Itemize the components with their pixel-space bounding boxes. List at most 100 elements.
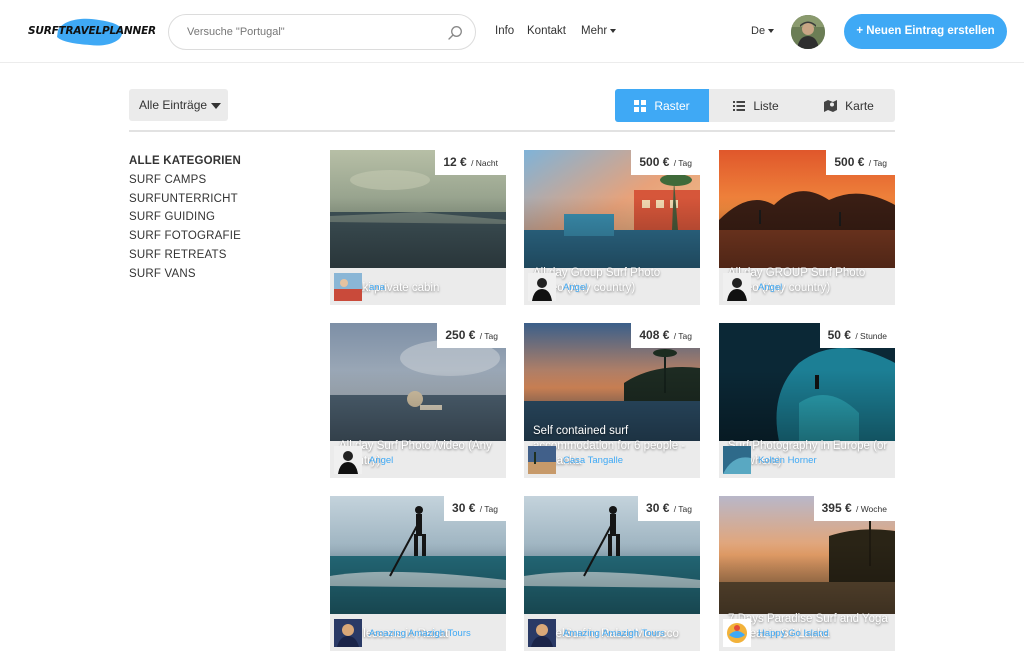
price-unit: / Woche [855, 504, 887, 514]
listing-card[interactable]: 50 € / Stunde Surf Photography in Europe… [719, 323, 895, 478]
price-value: 50 € [827, 328, 851, 342]
listing-author[interactable]: Casa Tangalle [528, 446, 623, 474]
price-unit: / Nacht [471, 158, 498, 168]
author-name: Angel [369, 454, 394, 466]
price-tag: 50 € / Stunde [819, 323, 895, 348]
category-list: ALLE KATEGORIEN SURF CAMPS SURFUNTERRICH… [129, 152, 241, 284]
author-name: Angel [563, 281, 588, 293]
logo-text: SURFTRAVELPLANNER [28, 25, 156, 37]
listing-card[interactable]: 500 € / Tag All day Group Surf Photo /vi… [524, 150, 700, 305]
toolbar-divider [129, 130, 895, 132]
language-label: De [751, 25, 766, 37]
category-surf-retreats[interactable]: SURF RETREATS [129, 246, 241, 265]
entries-filter-dropdown[interactable]: Alle Einträge [129, 89, 228, 121]
category-all[interactable]: ALLE KATEGORIEN [129, 152, 241, 171]
avatar-photo [791, 15, 825, 49]
author-avatar [723, 273, 751, 301]
user-avatar[interactable] [791, 15, 825, 49]
price-unit: / Tag [479, 504, 498, 514]
price-tag: 30 € / Tag [638, 496, 700, 521]
author-avatar [334, 273, 362, 301]
listing-author[interactable]: Amazing Amazigh Tours [528, 619, 665, 647]
author-name: Happy Go Island [758, 627, 829, 639]
listing-author[interactable]: Kolten Horner [723, 446, 817, 474]
price-value: 30 € [452, 501, 476, 515]
top-header: SURFTRAVELPLANNER Info Kontakt Mehr De +… [0, 0, 1024, 63]
view-grid-label: Raster [654, 98, 690, 113]
nav-info[interactable]: Info [495, 25, 514, 37]
chevron-down-icon [610, 28, 617, 33]
price-tag: 500 € / Tag [826, 150, 895, 175]
listing-author[interactable]: Angel [723, 273, 782, 301]
price-unit: / Tag [673, 504, 692, 514]
listing-card[interactable]: 12 € / Nacht Tallaki private cabin ana [330, 150, 506, 305]
create-entry-button[interactable]: + Neuen Eintrag erstellen [844, 14, 1007, 49]
grid-icon [634, 99, 647, 112]
listing-card[interactable]: 395 € / Woche 7 Days Paradise Surf and Y… [719, 496, 895, 651]
category-surf-guiding[interactable]: SURF GUIDING [129, 208, 241, 227]
listing-author[interactable]: Angel [334, 446, 393, 474]
price-tag: 12 € / Nacht [435, 150, 506, 175]
price-unit: / Tag [479, 331, 498, 341]
listing-card[interactable]: 30 € / Tag Surf lessons in Rabat Amazing… [330, 496, 506, 651]
author-avatar [334, 619, 362, 647]
price-tag: 30 € / Tag [444, 496, 506, 521]
price-value: 30 € [646, 501, 670, 515]
author-avatar [528, 619, 556, 647]
author-avatar [723, 446, 751, 474]
nav-mehr[interactable]: Mehr [581, 25, 617, 37]
category-surf-fotografie[interactable]: SURF FOTOGRAFIE [129, 227, 241, 246]
author-name: Amazing Amazigh Tours [563, 627, 665, 639]
price-value: 500 € [834, 155, 865, 169]
search-input[interactable] [187, 23, 437, 41]
price-tag: 250 € / Tag [437, 323, 506, 348]
price-value: 250 € [445, 328, 476, 342]
filter-label: Alle Einträge [139, 98, 208, 112]
author-avatar [723, 619, 751, 647]
nav-kontakt[interactable]: Kontakt [527, 25, 566, 37]
listing-card[interactable]: 250 € / Tag All day Surf Photo /video (A… [330, 323, 506, 478]
nav-mehr-label: Mehr [581, 25, 608, 37]
view-toggle: Raster Liste Karte [615, 89, 895, 122]
author-avatar [334, 446, 362, 474]
view-list-label: Liste [753, 98, 779, 113]
category-surf-vans[interactable]: SURF VANS [129, 265, 241, 284]
listing-author[interactable]: Amazing Amazigh Tours [334, 619, 471, 647]
price-value: 395 € [821, 501, 852, 515]
price-value: 12 € [443, 155, 467, 169]
view-map-label: Karte [845, 98, 874, 113]
map-icon [824, 99, 838, 112]
author-name: ana [369, 281, 385, 293]
price-tag: 408 € / Tag [631, 323, 700, 348]
author-name: Casa Tangalle [563, 454, 624, 466]
view-map-button[interactable]: Karte [803, 89, 895, 122]
price-value: 408 € [639, 328, 670, 342]
view-list-button[interactable]: Liste [709, 89, 803, 122]
listing-card[interactable]: 408 € / Tag Self contained surf accommod… [524, 323, 700, 478]
author-avatar [528, 446, 556, 474]
category-surf-camps[interactable]: SURF CAMPS [129, 171, 241, 190]
author-name: Amazing Amazigh Tours [369, 627, 471, 639]
category-surfunterricht[interactable]: SURFUNTERRICHT [129, 190, 241, 209]
price-unit: / Tag [673, 158, 692, 168]
site-logo[interactable]: SURFTRAVELPLANNER [28, 16, 156, 48]
price-unit: / Tag [868, 158, 887, 168]
view-grid-button[interactable]: Raster [615, 89, 709, 122]
listing-author[interactable]: Angel [528, 273, 587, 301]
author-name: Angel [758, 281, 783, 293]
price-unit: / Tag [673, 331, 692, 341]
author-name: Kolten Horner [758, 454, 817, 466]
language-selector[interactable]: De [751, 25, 775, 37]
listing-author[interactable]: ana [334, 273, 385, 301]
caret-down-icon [211, 102, 222, 109]
search-icon[interactable] [447, 25, 463, 41]
search-box[interactable] [168, 14, 476, 50]
list-icon [733, 100, 746, 111]
price-value: 500 € [639, 155, 670, 169]
price-tag: 500 € / Tag [631, 150, 700, 175]
listing-card[interactable]: 500 € / Tag All day GROUP Surf Photo /vi… [719, 150, 895, 305]
listing-card[interactable]: 30 € / Tag TravelSurf in Rabat Morocco A… [524, 496, 700, 651]
price-tag: 395 € / Woche [813, 496, 895, 521]
author-avatar [528, 273, 556, 301]
listing-author[interactable]: Happy Go Island [723, 619, 829, 647]
